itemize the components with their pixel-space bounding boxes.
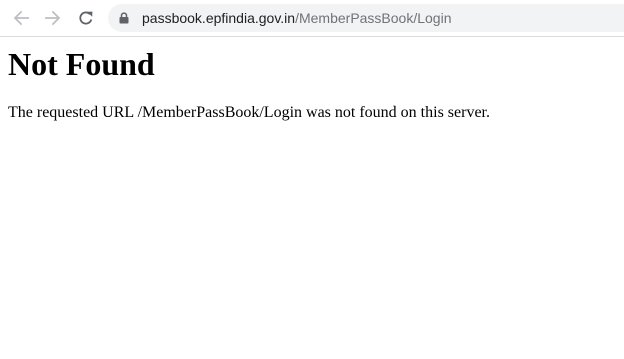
page-content: Not Found The requested URL /MemberPassB… xyxy=(8,37,624,122)
address-bar[interactable]: passbook.epfindia.gov.in/MemberPassBook/… xyxy=(108,4,624,32)
forward-button[interactable] xyxy=(41,6,65,30)
error-message: The requested URL /MemberPassBook/Login … xyxy=(8,104,490,121)
arrow-right-icon xyxy=(45,10,61,26)
url-host: passbook.epfindia.gov.in xyxy=(142,10,296,26)
browser-toolbar: passbook.epfindia.gov.in/MemberPassBook/… xyxy=(0,0,624,37)
arrow-left-icon xyxy=(13,10,29,26)
page-title: Not Found xyxy=(8,46,155,82)
lock-icon xyxy=(119,12,129,24)
reload-icon xyxy=(79,11,93,25)
back-button[interactable] xyxy=(9,6,33,30)
url-text: passbook.epfindia.gov.in/MemberPassBook/… xyxy=(142,10,452,26)
reload-button[interactable] xyxy=(74,6,98,30)
url-path: /MemberPassBook/Login xyxy=(295,10,452,26)
